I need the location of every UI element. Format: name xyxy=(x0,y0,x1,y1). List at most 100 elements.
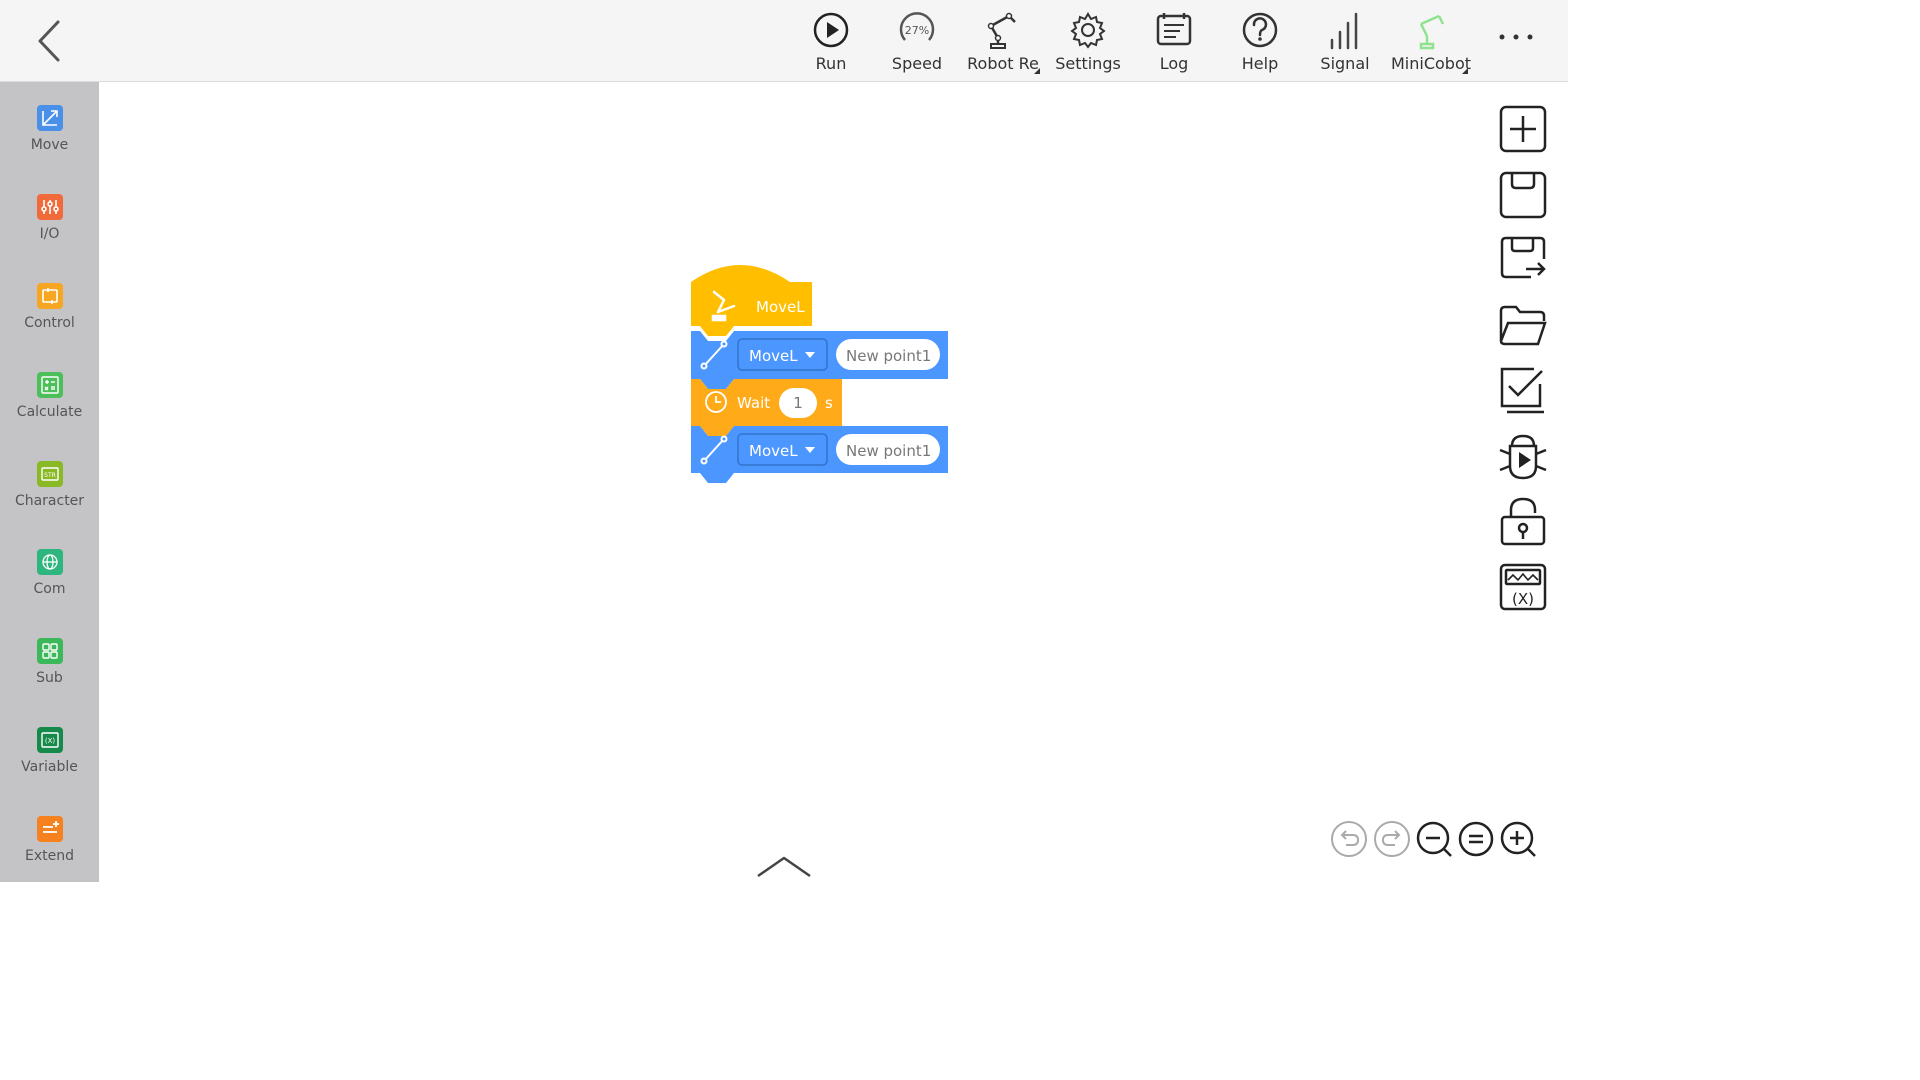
save-as-button[interactable] xyxy=(1498,235,1548,285)
help-icon xyxy=(1217,8,1303,52)
category-com[interactable]: Com xyxy=(0,549,99,619)
more-options-button[interactable] xyxy=(1496,22,1536,52)
speed-value: 27% xyxy=(905,24,929,37)
back-button[interactable] xyxy=(30,18,70,64)
help-label: Help xyxy=(1241,54,1279,73)
category-character[interactable]: STR Character xyxy=(0,461,99,531)
check-button[interactable] xyxy=(1498,366,1548,416)
category-label: Calculate xyxy=(16,404,83,420)
command-dropdown[interactable]: MoveL xyxy=(737,433,828,466)
io-sliders-icon xyxy=(36,194,63,220)
check-icon xyxy=(1500,367,1544,414)
lock-button[interactable] xyxy=(1498,497,1548,547)
settings-label: Settings xyxy=(1055,54,1121,73)
run-button[interactable]: Run xyxy=(788,8,874,78)
robot-arm-green-icon xyxy=(1388,8,1474,52)
globe-icon xyxy=(36,549,63,575)
top-toolbar: Run 27% Speed Robot Re Settings Log Help… xyxy=(0,0,1568,82)
string-icon: STR xyxy=(36,461,63,487)
dropdown-corner-icon xyxy=(1462,68,1468,74)
signal-bars-icon xyxy=(1302,8,1388,52)
robot-arm-icon xyxy=(960,8,1046,52)
control-icon xyxy=(36,283,63,309)
run-label: Run xyxy=(815,54,847,73)
category-calculate[interactable]: Calculate xyxy=(0,372,99,442)
new-file-icon xyxy=(1499,105,1547,153)
command-label: MoveL xyxy=(749,442,798,460)
point-label: New point1 xyxy=(846,347,931,365)
category-label: I/O xyxy=(39,226,60,242)
variable-icon: (X) xyxy=(36,727,63,753)
extend-icon xyxy=(36,816,63,842)
save-button[interactable] xyxy=(1498,170,1548,220)
debug-icon xyxy=(1499,434,1547,480)
chevron-left-icon xyxy=(38,20,60,62)
command-label: MoveL xyxy=(749,347,798,365)
undo-icon xyxy=(1331,821,1367,857)
block-category-sidebar: Move I/O Control Calculate STR Character… xyxy=(0,82,99,882)
move-icon xyxy=(36,105,63,131)
wait-value: 1 xyxy=(793,394,803,412)
chevron-up-icon xyxy=(757,856,811,878)
zoom-out-icon xyxy=(1416,821,1452,857)
zoom-in-button[interactable] xyxy=(1499,820,1537,858)
wait-unit: s xyxy=(825,394,833,412)
undo-button[interactable] xyxy=(1330,820,1368,858)
hat-label: MoveL xyxy=(756,298,805,316)
redo-icon xyxy=(1374,821,1410,857)
category-label: Control xyxy=(24,315,75,331)
log-label: Log xyxy=(1159,54,1189,73)
wait-value-field[interactable]: 1 xyxy=(779,388,817,418)
more-dots-icon xyxy=(1499,34,1533,40)
category-label: Sub xyxy=(36,670,63,686)
category-label: Com xyxy=(33,581,66,597)
svg-text:(X): (X) xyxy=(44,737,55,745)
wait-label: Wait xyxy=(737,394,770,412)
help-button[interactable]: Help xyxy=(1217,8,1303,78)
category-io[interactable]: I/O xyxy=(0,194,99,264)
category-label: Extend xyxy=(25,848,74,864)
speed-button[interactable]: 27% Speed xyxy=(874,8,960,78)
dropdown-corner-icon xyxy=(1034,68,1040,74)
new-file-button[interactable] xyxy=(1498,104,1548,154)
category-sub[interactable]: Sub xyxy=(0,638,99,708)
movel-block[interactable]: MoveL New point1 xyxy=(691,426,948,483)
hat-block[interactable]: MoveL xyxy=(691,265,812,336)
point-label: New point1 xyxy=(846,442,931,460)
robot-model-button[interactable]: MiniCobot xyxy=(1388,8,1474,78)
category-label: Move xyxy=(30,137,69,153)
zoom-out-button[interactable] xyxy=(1415,820,1453,858)
debug-button[interactable] xyxy=(1498,432,1548,482)
robot-ref-button[interactable]: Robot Re xyxy=(960,8,1046,78)
command-dropdown[interactable]: MoveL xyxy=(737,338,828,371)
category-variable[interactable]: (X) Variable xyxy=(0,727,99,797)
zoom-reset-button[interactable] xyxy=(1457,820,1495,858)
variable-monitor-button[interactable]: (X) xyxy=(1498,562,1548,612)
calculator-icon xyxy=(36,372,63,398)
category-control[interactable]: Control xyxy=(0,283,99,353)
open-folder-icon xyxy=(1499,305,1547,346)
log-button[interactable]: Log xyxy=(1131,8,1217,78)
lock-icon xyxy=(1500,497,1546,546)
redo-button[interactable] xyxy=(1373,820,1411,858)
svg-text:(X): (X) xyxy=(1512,590,1534,608)
signal-button[interactable]: Signal xyxy=(1302,8,1388,78)
zoom-in-icon xyxy=(1500,821,1536,857)
settings-button[interactable]: Settings xyxy=(1045,8,1131,78)
log-icon xyxy=(1131,8,1217,52)
play-circle-icon xyxy=(788,8,874,52)
point-field[interactable]: New point1 xyxy=(836,434,940,465)
variable-monitor-icon: (X) xyxy=(1499,563,1547,611)
category-move[interactable]: Move xyxy=(0,105,99,175)
category-extend[interactable]: Extend xyxy=(0,816,99,886)
point-field[interactable]: New point1 xyxy=(836,339,940,370)
zoom-reset-icon xyxy=(1458,821,1494,857)
category-label: Variable xyxy=(21,759,78,775)
grid-icon xyxy=(36,638,63,664)
svg-text:STR: STR xyxy=(44,472,56,479)
open-button[interactable] xyxy=(1498,301,1548,351)
program-workspace[interactable]: MoveL MoveL New point1 Wait 1 s MoveL Ne… xyxy=(99,82,1568,882)
gear-icon xyxy=(1045,8,1131,52)
expand-panel-button[interactable] xyxy=(755,852,813,880)
save-icon xyxy=(1499,171,1547,219)
